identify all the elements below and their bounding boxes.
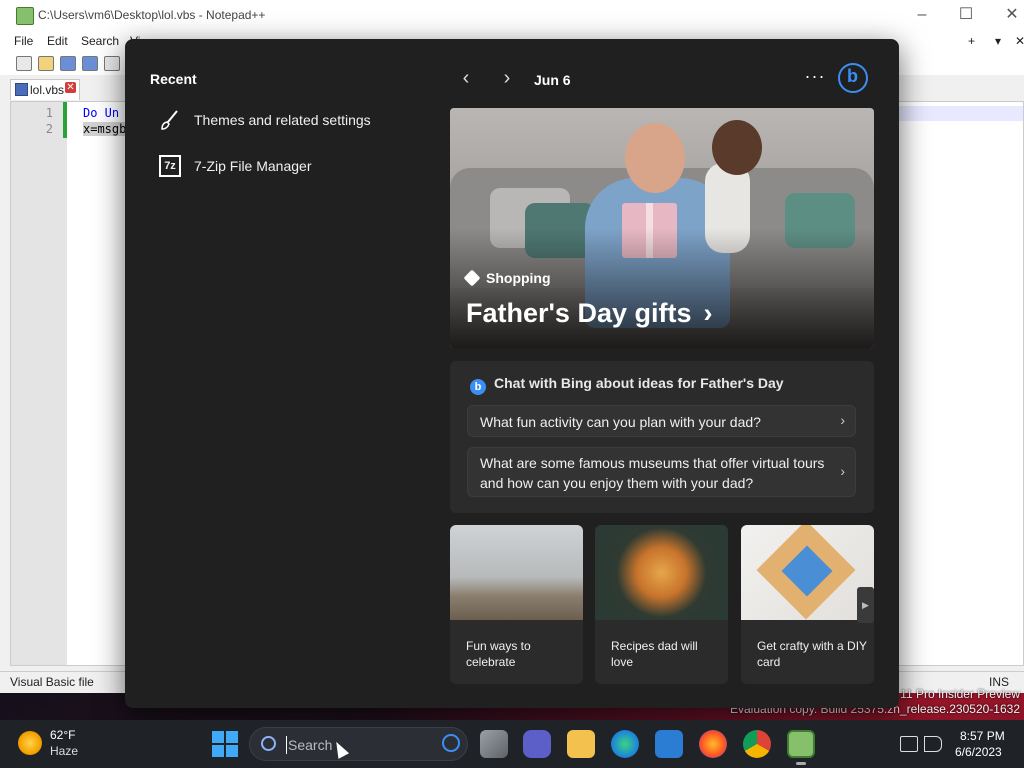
tile-diy-card[interactable]: Get crafty with a DIY card — [741, 525, 874, 684]
volume-icon[interactable] — [924, 736, 942, 752]
new-file-icon[interactable] — [16, 56, 32, 71]
hero-shade — [450, 228, 874, 348]
bing-icon[interactable] — [442, 734, 460, 752]
code-line: x=msgb — [83, 122, 127, 136]
microsoft-store-icon[interactable] — [655, 730, 683, 758]
tag-icon — [463, 269, 481, 287]
chat-heading: b Chat with Bing about ideas for Father's… — [470, 375, 784, 395]
menu-file[interactable]: File — [14, 34, 33, 48]
notepad-title-bar[interactable]: C:\Users\vm6\Desktop\lol.vbs - Notepad++… — [0, 0, 1024, 31]
chat-suggestion-1[interactable]: What fun activity can you plan with your… — [467, 405, 856, 437]
previous-day-button[interactable]: ‹ — [454, 67, 478, 91]
recent-item-label: 7-Zip File Manager — [194, 158, 312, 174]
date-label: Jun 6 — [534, 72, 571, 88]
file-save-icon — [15, 83, 28, 96]
start-button[interactable] — [212, 731, 238, 757]
chevron-right-icon: › — [840, 412, 845, 428]
maximize-button[interactable]: ☐ — [956, 6, 976, 26]
windows-logo-icon — [212, 731, 224, 743]
status-language: Visual Basic file — [10, 675, 94, 689]
7zip-icon: 7z — [159, 155, 181, 177]
tab-list-icon[interactable]: ▾ — [995, 34, 1001, 48]
firefox-icon[interactable] — [699, 730, 727, 758]
hero-title-text: Father's Day gifts — [466, 298, 692, 328]
network-icon[interactable] — [900, 736, 918, 752]
taskbar: 62°F Haze 8:57 PM 6/6/2023 — [0, 720, 1024, 768]
menu-edit[interactable]: Edit — [47, 34, 68, 48]
file-explorer-icon[interactable] — [567, 730, 595, 758]
fold-marker — [63, 102, 67, 138]
line-number-gutter: 1 2 — [11, 102, 67, 665]
bing-chat-button[interactable]: b — [838, 63, 868, 93]
taskbar-search[interactable] — [249, 727, 468, 761]
tile-caption: Recipes dad will love — [611, 639, 698, 669]
bing-icon: b — [847, 66, 858, 86]
minimize-button[interactable]: – — [912, 6, 932, 26]
windows-logo-icon — [226, 745, 238, 757]
hero-card-fathers-day[interactable]: Shopping Father's Day gifts › — [450, 108, 874, 348]
hero-category: Shopping — [463, 269, 551, 287]
text-caret — [286, 736, 287, 754]
widgets-flyout: Recent Themes and related settings 7z 7-… — [125, 39, 899, 708]
windows-logo-icon — [212, 745, 224, 757]
bing-icon: b — [470, 379, 486, 395]
menu-search[interactable]: Search — [81, 34, 119, 48]
save-all-icon[interactable] — [82, 56, 98, 71]
hero-image-person — [712, 120, 762, 175]
hero-title[interactable]: Father's Day gifts › — [466, 298, 712, 329]
chat-app-icon[interactable] — [523, 730, 551, 758]
tab-label: lol.vbs — [30, 83, 65, 97]
close-button[interactable]: ✕ — [1002, 6, 1022, 26]
open-file-icon[interactable] — [38, 56, 54, 71]
more-options-button[interactable]: ··· — [803, 67, 827, 91]
hero-image-person — [625, 123, 685, 193]
watermark-edition: 11 Pro Insider Preview — [900, 687, 1020, 701]
weather-haze-icon[interactable] — [18, 731, 42, 755]
add-tab-icon[interactable]: + — [968, 34, 975, 48]
tab-lol-vbs[interactable]: lol.vbs ✕ — [10, 79, 80, 100]
notepad-plus-plus-icon[interactable] — [787, 730, 815, 758]
hero-category-label: Shopping — [486, 270, 551, 286]
chevron-right-icon: › — [840, 463, 845, 479]
chat-suggestion-2[interactable]: What are some famous museums that offer … — [467, 447, 856, 497]
code-line: Do Un — [83, 106, 120, 120]
save-icon[interactable] — [60, 56, 76, 71]
chevron-right-icon: › — [703, 298, 713, 328]
tile-recipes[interactable]: Recipes dad will love — [595, 525, 728, 684]
close-icon[interactable]: ✕ — [65, 82, 76, 93]
tile-image — [450, 525, 583, 620]
weather-temperature[interactable]: 62°F — [50, 728, 75, 742]
recent-heading: Recent — [150, 71, 197, 87]
chat-heading-text: Chat with Bing about ideas for Father's … — [494, 375, 784, 391]
scroll-next-button[interactable]: ▶ — [857, 587, 874, 623]
running-indicator — [796, 762, 806, 765]
recent-item-label: Themes and related settings — [194, 112, 371, 128]
next-day-button[interactable]: › — [495, 67, 519, 91]
window-title: C:\Users\vm6\Desktop\lol.vbs - Notepad++ — [38, 8, 266, 22]
chat-suggestion-text: What are some famous museums that offer … — [480, 455, 825, 491]
weather-condition[interactable]: Haze — [50, 744, 78, 758]
paintbrush-icon — [161, 110, 178, 130]
tile-caption: Fun ways to celebrate — [466, 639, 531, 669]
search-icon — [261, 736, 276, 751]
search-input[interactable] — [286, 735, 430, 755]
line-number: 1 — [45, 106, 53, 120]
clock-date[interactable]: 6/6/2023 — [955, 745, 1002, 759]
tile-image — [741, 525, 874, 620]
chrome-icon[interactable] — [743, 730, 771, 758]
bing-chat-card: b Chat with Bing about ideas for Father's… — [450, 361, 874, 513]
current-line-highlight — [899, 106, 1023, 121]
close-tab-icon[interactable]: ✕ — [1015, 34, 1024, 48]
tile-fun-ways[interactable]: Fun ways to celebrate — [450, 525, 583, 684]
chat-suggestion-text: What fun activity can you plan with your… — [480, 414, 761, 430]
line-number: 2 — [45, 122, 53, 136]
tile-caption: Get crafty with a DIY card — [757, 639, 867, 669]
notepad-app-icon — [16, 7, 34, 25]
tile-image — [595, 525, 728, 620]
edge-browser-icon[interactable] — [611, 730, 639, 758]
close-file-icon[interactable] — [104, 56, 120, 71]
task-view-icon[interactable] — [480, 730, 508, 758]
windows-logo-icon — [226, 731, 238, 743]
clock-time[interactable]: 8:57 PM — [960, 729, 1005, 743]
